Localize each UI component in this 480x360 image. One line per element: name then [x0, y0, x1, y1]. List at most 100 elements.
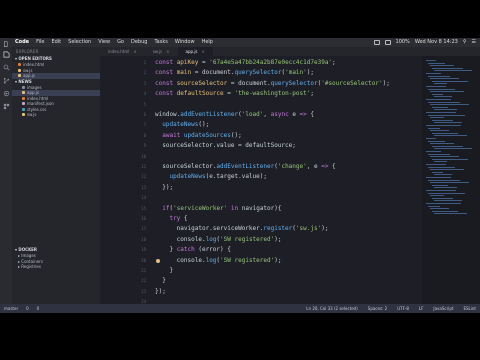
wifi-icon[interactable]	[373, 40, 380, 45]
code-line[interactable]: 12 updateNews(e.target.value);	[100, 172, 422, 182]
error-count[interactable]: 0	[26, 304, 29, 313]
line-number: 12	[141, 174, 146, 180]
menu-edit[interactable]: Edit	[51, 38, 61, 47]
clock[interactable]: Wed Nov 8 14:23	[415, 38, 458, 47]
docker-item-label: Registries	[21, 264, 41, 269]
code-editor[interactable]: 1 const apiKey = '67a4e5a47bb24a2b87e0ecc…	[100, 56, 422, 313]
tab-index-html[interactable]: index.html ×	[100, 47, 145, 56]
code-line[interactable]: 17 navigator.serviceWorker.register('sw.…	[100, 224, 422, 234]
code-line[interactable]: 14	[100, 193, 422, 203]
code-text: });	[155, 183, 174, 191]
js-file-icon	[18, 74, 21, 78]
apple-icon[interactable]: 	[4, 40, 9, 48]
encoding[interactable]: UTF-8	[397, 304, 409, 313]
code-text: });	[155, 287, 166, 295]
menu-view[interactable]: View	[98, 38, 110, 47]
line-ending[interactable]: LF	[419, 304, 424, 313]
code-line[interactable]: 7 updateNews();	[100, 120, 422, 130]
menu-bar:  Code File Edit Selection View Go Debug…	[0, 38, 480, 48]
code-line[interactable]: 8 await updateSources();	[100, 131, 422, 141]
minimap-line	[430, 104, 469, 106]
code-text: }	[155, 267, 174, 274]
code-line[interactable]: 5	[100, 100, 422, 110]
minimap[interactable]	[422, 56, 480, 304]
code-line[interactable]: 1 const apiKey = '67a4e5a47bb24a2b87e0ecc…	[100, 58, 422, 68]
close-icon[interactable]: ×	[133, 47, 136, 56]
volume-icon[interactable]	[384, 40, 391, 45]
code-line[interactable]: 16 try {	[100, 214, 422, 224]
line-number: 19	[141, 247, 146, 253]
minimap-line	[432, 80, 468, 82]
line-number: 8	[143, 132, 146, 138]
tab-label: app.js	[185, 49, 198, 54]
status-bar: master 0 0 Ln 20, Col 33 (2 selected) Sp…	[0, 304, 480, 313]
minimap-line	[434, 187, 457, 189]
code-line[interactable]: 3 const sourceSelector = document.querySe…	[100, 79, 422, 89]
menu-window[interactable]: Window	[175, 38, 195, 47]
tab-app-js[interactable]: app.js ×	[177, 47, 213, 56]
minimap-line	[432, 145, 463, 147]
search-icon[interactable]: ⚲	[463, 38, 467, 47]
minimap-line	[434, 200, 462, 202]
menu-tasks[interactable]: Tasks	[154, 38, 167, 47]
linter-status[interactable]: ESLint	[463, 304, 476, 313]
code-line[interactable]: 15 if('serviceWorker' in navigator){	[100, 204, 422, 214]
minimap-line	[434, 109, 457, 111]
js-file-icon	[18, 68, 21, 72]
extensions-icon[interactable]	[3, 103, 10, 110]
code-line[interactable]: 19 } catch (error) {	[100, 245, 422, 255]
html-file-icon	[22, 96, 25, 100]
code-line[interactable]: 18 console.log('SW registered');	[100, 235, 422, 245]
menu-selection[interactable]: Selection	[68, 38, 91, 47]
close-icon[interactable]: ×	[202, 47, 205, 56]
warning-count[interactable]: 0	[37, 304, 40, 313]
line-number: 1	[143, 60, 146, 65]
line-number: 21	[141, 268, 146, 273]
menu-list-icon[interactable]: ☰	[472, 38, 476, 47]
docker-panel: ▾ DOCKER ▸ Images ▸ Containers ▸ Registr…	[12, 247, 100, 270]
code-line[interactable]: 13 });	[100, 183, 422, 193]
menu-file[interactable]: File	[36, 38, 44, 47]
minimap-line	[426, 203, 461, 204]
code-line[interactable]: 22 }	[100, 276, 422, 286]
code-line[interactable]: 9 sourceSelector.value = defaultSource;	[100, 141, 422, 151]
line-number: 5	[143, 101, 146, 107]
minimap-line	[426, 86, 446, 87]
file-item[interactable]: sw.js	[12, 112, 100, 118]
code-line[interactable]: 20 console.log('SW registered');	[100, 256, 422, 266]
code-line[interactable]: 21 }	[100, 266, 422, 276]
close-icon[interactable]: ×	[166, 47, 169, 56]
code-line[interactable]: 6 window.addEventListener('load', async e…	[100, 110, 422, 120]
debug-icon[interactable]	[3, 90, 10, 97]
minimap-line	[430, 156, 459, 158]
branch-label[interactable]: master	[4, 304, 18, 313]
code-line[interactable]: 10	[100, 152, 422, 162]
search-panel-icon[interactable]	[3, 64, 10, 71]
cursor-position[interactable]: Ln 20, Col 33 (2 selected)	[306, 304, 357, 313]
menu-go[interactable]: Go	[117, 38, 124, 47]
battery-label[interactable]: 100%	[396, 38, 410, 47]
menu-help[interactable]: Help	[202, 38, 213, 47]
code-line[interactable]: 4 const defaultSource = 'the-washington-p…	[100, 89, 422, 99]
lightbulb-icon[interactable]	[156, 258, 160, 263]
language-mode[interactable]: JavaScript	[433, 304, 453, 313]
minimap-line	[426, 73, 441, 74]
menu-app[interactable]: Code	[15, 38, 29, 47]
minimap-line	[432, 106, 448, 108]
css-file-icon	[22, 107, 25, 111]
code-line[interactable]: 11 sourceSelector.addEventListener('chan…	[100, 162, 422, 172]
tab-sw-js[interactable]: sw.js ×	[145, 47, 178, 56]
docker-item[interactable]: ▸ Registries	[12, 264, 100, 270]
menu-debug[interactable]: Debug	[131, 38, 147, 47]
indent-setting[interactable]: Spaces: 2	[368, 304, 387, 313]
minimap-line	[430, 65, 454, 67]
explorer-icon[interactable]	[3, 51, 10, 58]
code-line[interactable]: 23});	[100, 287, 422, 297]
minimap-line	[426, 125, 461, 126]
source-control-icon[interactable]	[3, 77, 10, 84]
tab-label: sw.js	[152, 49, 163, 54]
code-line[interactable]: 2 const main = document.querySelector('ma…	[100, 68, 422, 78]
tab-label: index.html	[108, 49, 130, 54]
code-text: window.addEventListener('load', async e …	[155, 111, 315, 118]
code-text: await updateSources();	[162, 131, 242, 139]
